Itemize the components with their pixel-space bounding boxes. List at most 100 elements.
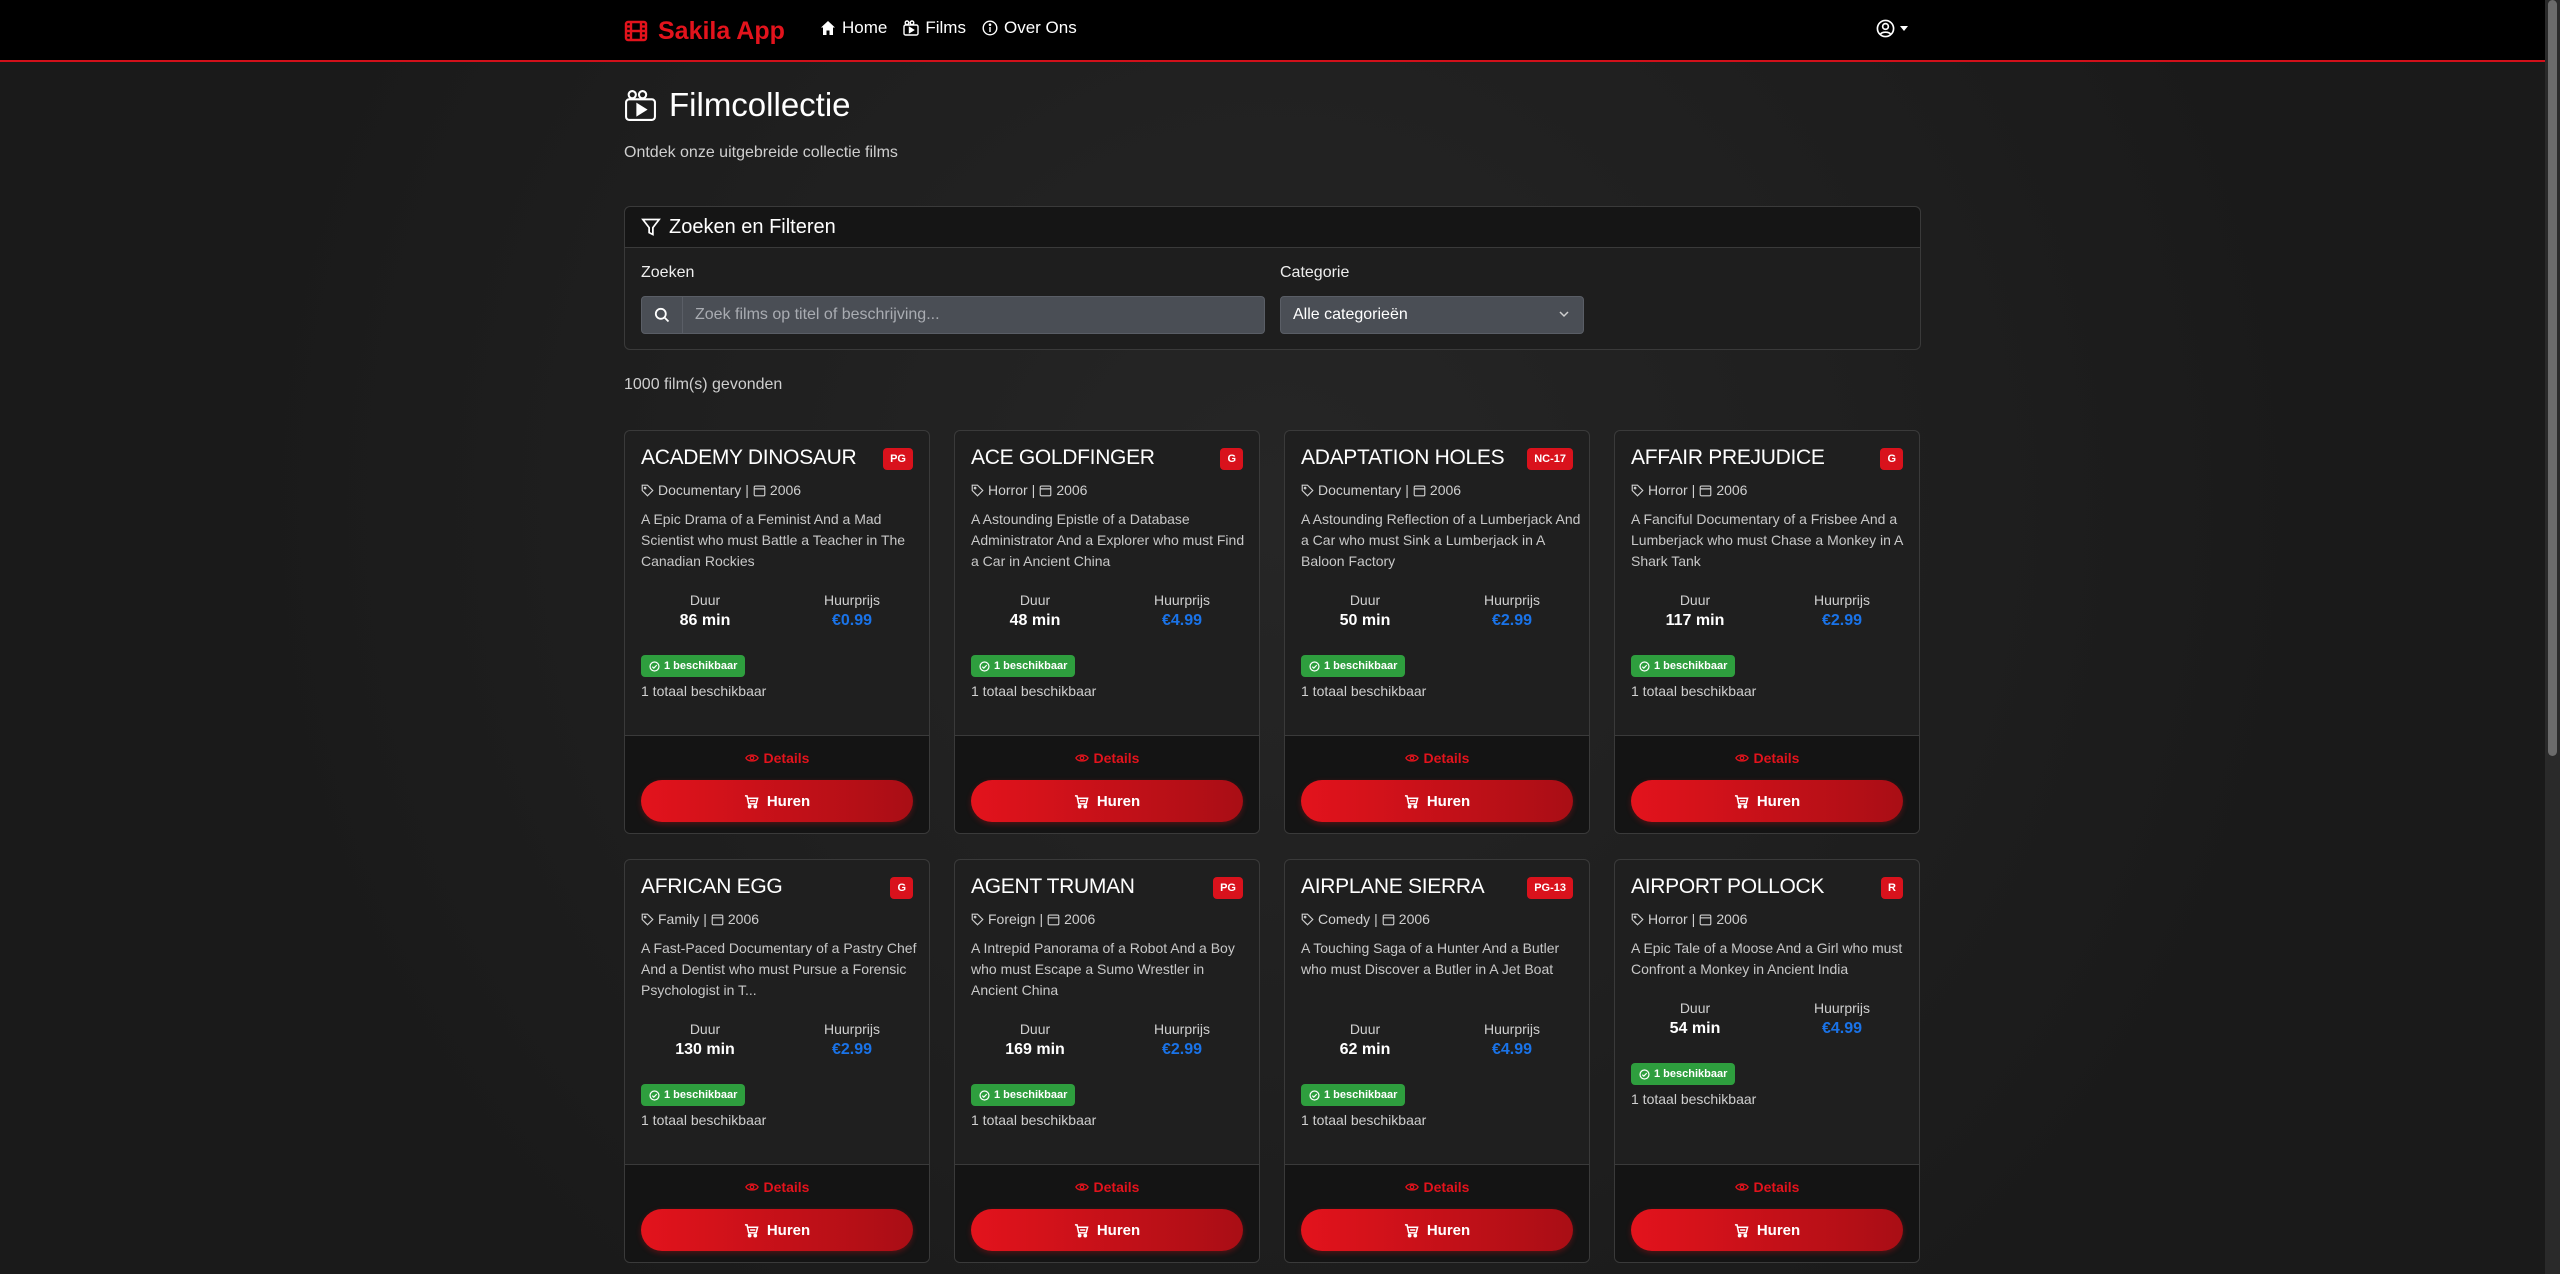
availability-badge: 1 beschikbaar	[641, 655, 746, 677]
price-stat: Huurprijs €4.99	[1772, 1000, 1912, 1038]
details-label: Details	[1753, 1179, 1800, 1195]
availability-badge: 1 beschikbaar	[971, 655, 1076, 677]
details-link[interactable]: Details	[1285, 750, 1589, 766]
card-footer: Details Huren	[955, 735, 1259, 833]
film-reel-icon	[624, 20, 648, 42]
film-card: AFFAIR PREJUDICE G Horror | 2006 A Fanci…	[1614, 430, 1920, 834]
chevron-down-icon	[1559, 311, 1569, 318]
details-label: Details	[1753, 750, 1800, 766]
duration-stat: Duur 62 min	[1295, 1021, 1435, 1059]
calendar-icon	[1382, 913, 1395, 925]
navbar: Sakila App Home Films Over Ons	[0, 0, 2545, 62]
search-input[interactable]	[683, 296, 1265, 334]
film-year: 2006	[1429, 482, 1462, 498]
film-year: 2006	[1716, 482, 1748, 498]
eye-icon	[744, 754, 759, 762]
details-link[interactable]: Details	[955, 1179, 1259, 1195]
duration-label: Duur	[1349, 1021, 1381, 1037]
info-icon	[982, 20, 998, 36]
price-stat: Huurprijs €2.99	[1442, 592, 1582, 630]
card-footer: Details Huren	[1615, 735, 1919, 833]
film-title: AIRPORT POLLOCK	[1631, 875, 1825, 898]
rent-button[interactable]: Huren	[971, 1209, 1243, 1251]
cart-icon	[1734, 1223, 1749, 1238]
price-value: €4.99	[1491, 1041, 1533, 1058]
rent-button[interactable]: Huren	[641, 780, 913, 822]
rent-button[interactable]: Huren	[1301, 780, 1573, 822]
card-footer: Details Huren	[625, 1164, 929, 1262]
rent-button[interactable]: Huren	[1631, 780, 1903, 822]
film-title: AFRICAN EGG	[641, 875, 783, 898]
duration-value: 86 min	[679, 612, 731, 629]
scrollbar-thumb[interactable]	[2548, 0, 2557, 756]
rent-button[interactable]: Huren	[641, 1209, 913, 1251]
meta-separator: |	[1031, 482, 1036, 498]
rating-badge: NC-17	[1527, 448, 1573, 470]
rent-button[interactable]: Huren	[971, 780, 1243, 822]
tag-icon	[1631, 484, 1644, 497]
film-icon	[903, 20, 920, 36]
film-description: A Fast-Paced Documentary of a Pastry Che…	[641, 940, 917, 998]
price-value: €4.99	[1161, 612, 1203, 629]
details-link[interactable]: Details	[1615, 1179, 1919, 1195]
details-link[interactable]: Details	[955, 750, 1259, 766]
film-category: Documentary	[1318, 482, 1402, 498]
nav-links: Home Films Over Ons	[820, 18, 1077, 38]
nav-link-films[interactable]: Films	[903, 18, 966, 38]
user-menu-dropdown[interactable]	[1876, 19, 1908, 38]
film-meta: Documentary | 2006	[1301, 482, 1461, 498]
film-card: AFRICAN EGG G Family | 2006 A Fast-Paced…	[624, 859, 930, 1263]
filter-panel: Zoeken en Filteren Zoeken Categorie Alle…	[624, 206, 1921, 350]
duration-value: 50 min	[1339, 612, 1391, 629]
meta-separator: |	[1691, 482, 1696, 498]
film-year: 2006	[769, 482, 802, 498]
filter-panel-header: Zoeken en Filteren	[625, 207, 1920, 248]
film-category: Foreign	[988, 911, 1036, 927]
film-meta: Horror | 2006	[1631, 911, 1747, 927]
details-label: Details	[1093, 1179, 1140, 1195]
film-description: A Astounding Epistle of a Database Admin…	[971, 511, 1245, 569]
film-grid: ACADEMY DINOSAUR PG Documentary | 2006 A…	[624, 430, 1921, 1274]
calendar-icon	[1699, 913, 1712, 925]
cart-icon	[1404, 1223, 1419, 1238]
film-category: Horror	[988, 482, 1028, 498]
meta-separator: |	[1691, 911, 1696, 927]
rating-badge: PG-13	[1527, 877, 1573, 899]
duration-stat: Duur 54 min	[1625, 1000, 1765, 1038]
check-circle-icon	[1309, 1089, 1320, 1101]
cart-icon	[1074, 794, 1089, 809]
tag-icon	[1301, 913, 1314, 926]
rating-badge: G	[890, 877, 913, 899]
price-label: Huurprijs	[1483, 592, 1540, 608]
details-link[interactable]: Details	[1615, 750, 1919, 766]
rating-badge: G	[1880, 448, 1903, 470]
nav-link-over-ons[interactable]: Over Ons	[982, 18, 1077, 38]
duration-value: 48 min	[1009, 612, 1061, 629]
calendar-icon	[1047, 913, 1060, 925]
duration-stat: Duur 130 min	[635, 1021, 775, 1059]
duration-value: 169 min	[1005, 1041, 1065, 1058]
film-meta: Comedy | 2006	[1301, 911, 1430, 927]
details-link[interactable]: Details	[625, 1179, 929, 1195]
category-select[interactable]: Alle categorieën	[1280, 296, 1584, 334]
film-category: Comedy	[1318, 911, 1371, 927]
film-category: Horror	[1648, 911, 1688, 927]
details-link[interactable]: Details	[1285, 1179, 1589, 1195]
rent-label: Huren	[766, 792, 811, 810]
meta-separator: |	[1374, 911, 1378, 927]
duration-value: 130 min	[675, 1041, 735, 1058]
rent-button[interactable]: Huren	[1631, 1209, 1903, 1251]
price-value: €2.99	[831, 1041, 873, 1058]
nav-link-home[interactable]: Home	[820, 18, 887, 38]
availability-text: 1 beschikbaar	[1654, 1068, 1728, 1080]
duration-label: Duur	[1679, 1000, 1711, 1016]
film-description: A Epic Tale of a Moose And a Girl who mu…	[1631, 940, 1903, 977]
details-link[interactable]: Details	[625, 750, 929, 766]
eye-icon	[744, 1183, 759, 1191]
duration-value: 62 min	[1339, 1041, 1391, 1058]
rent-label: Huren	[1756, 792, 1801, 810]
page-scrollbar[interactable]	[2545, 0, 2560, 1274]
film-title: AFFAIR PREJUDICE	[1631, 446, 1825, 469]
rent-button[interactable]: Huren	[1301, 1209, 1573, 1251]
brand-link[interactable]: Sakila App	[624, 14, 785, 48]
